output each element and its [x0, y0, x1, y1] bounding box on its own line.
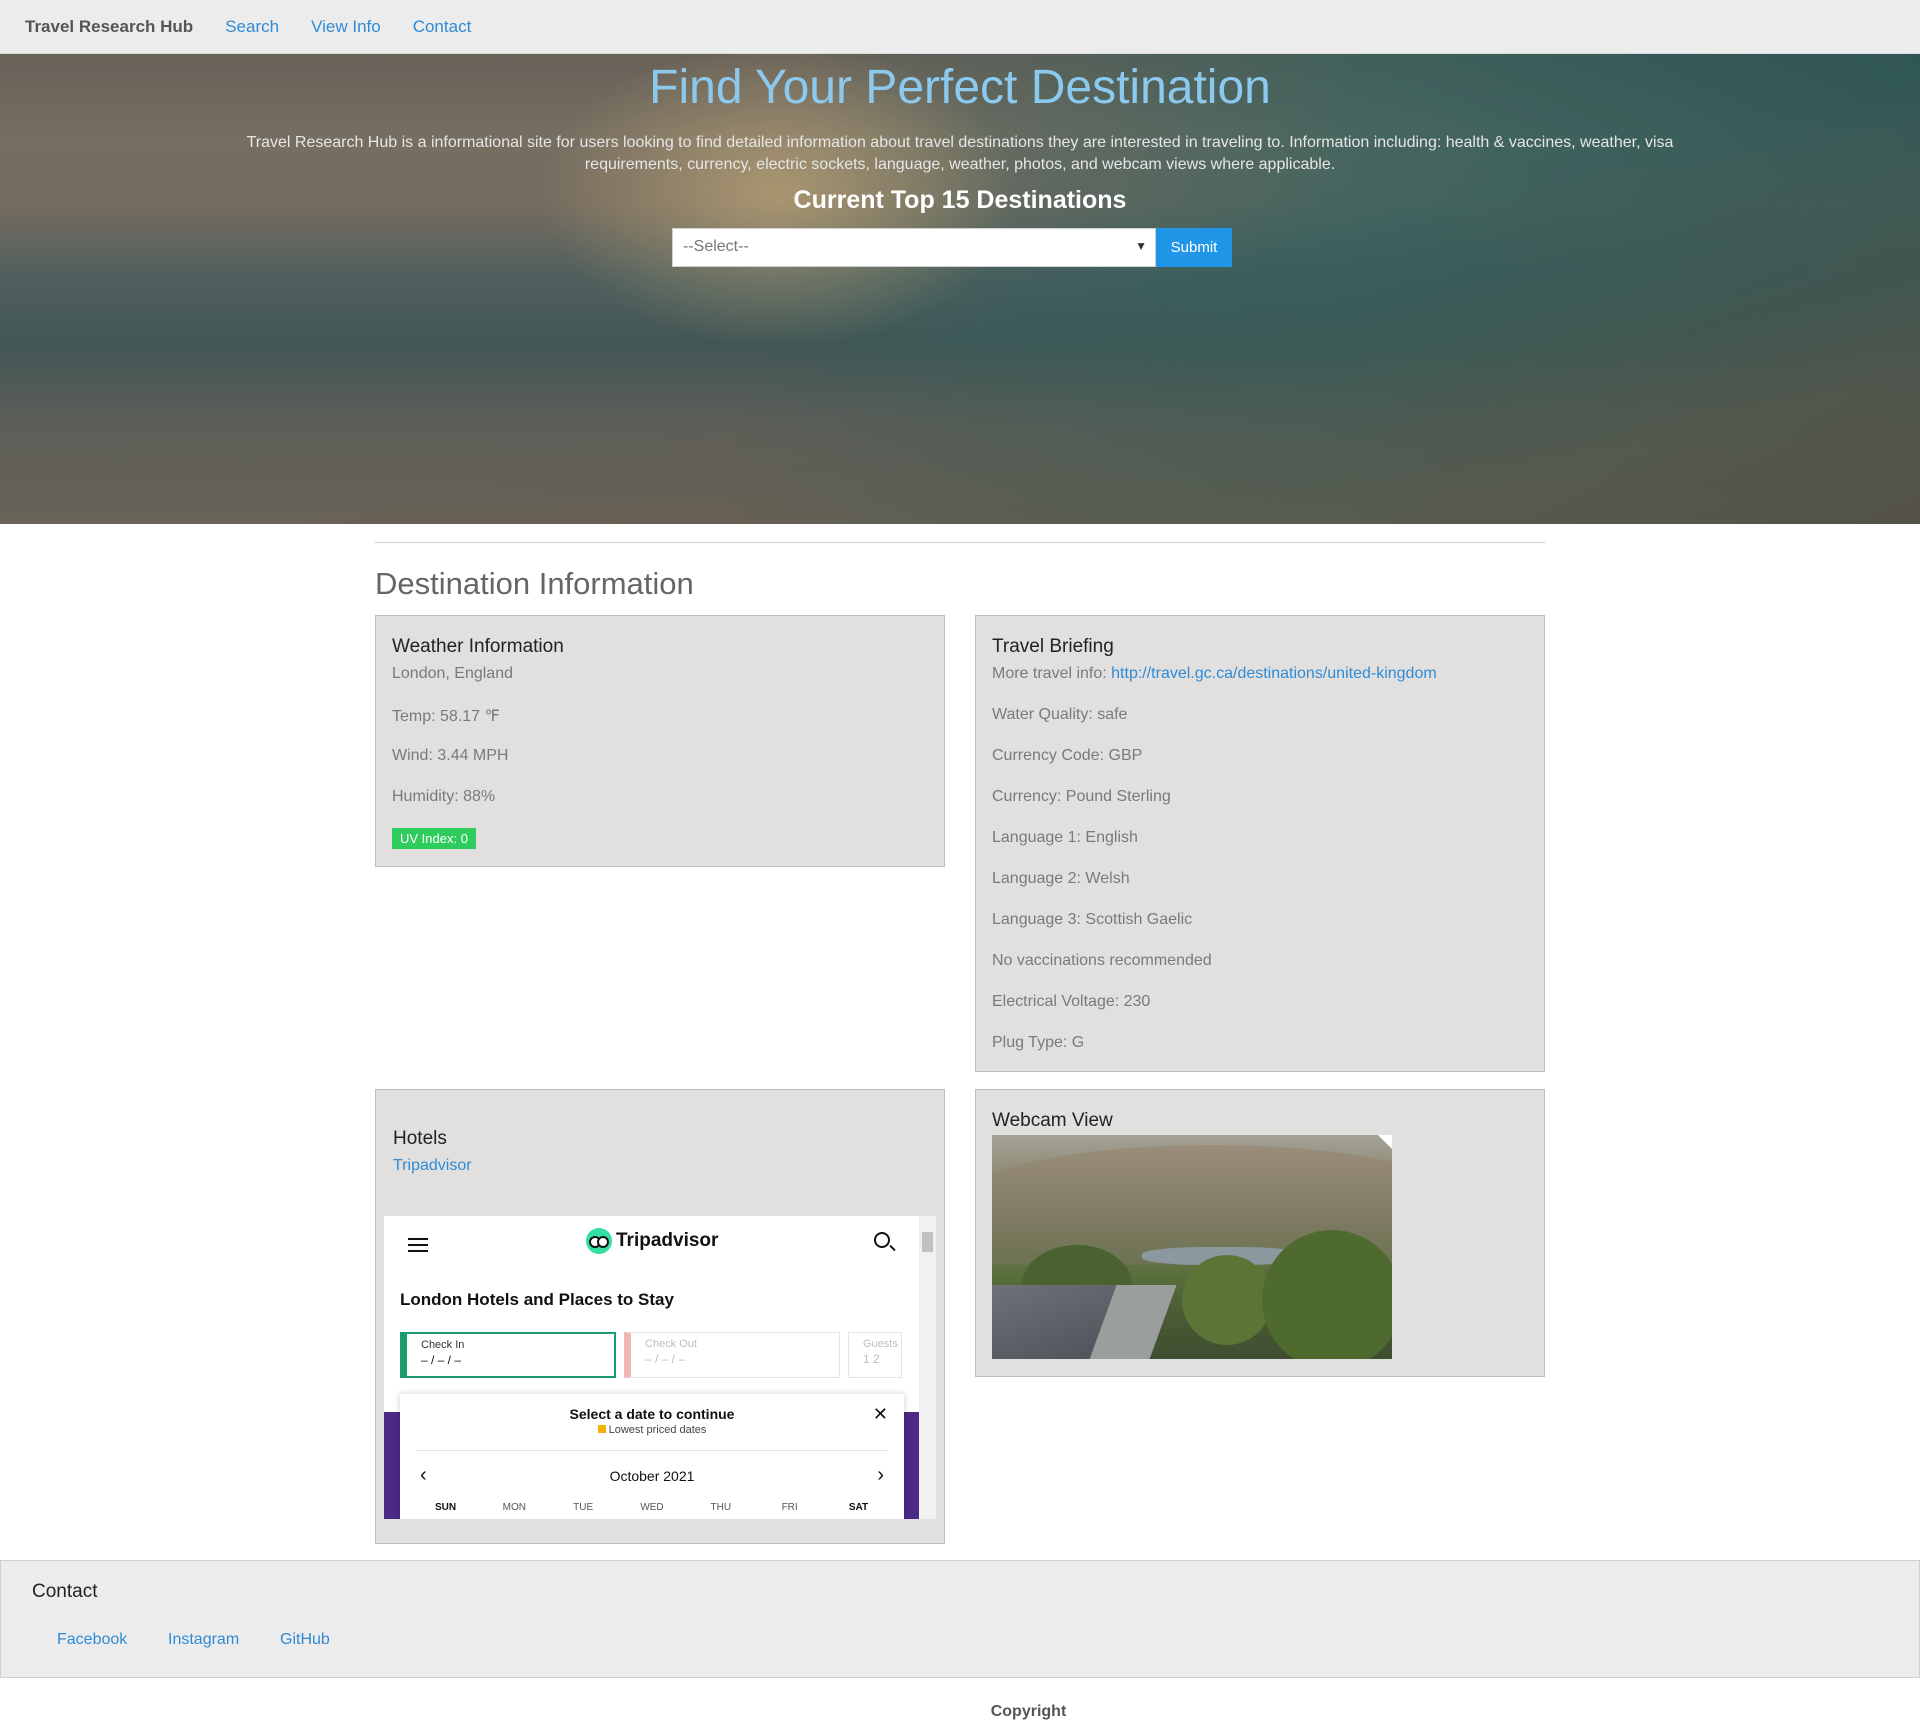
footer-title: Contact	[32, 1581, 98, 1602]
check-out-value: – / – / –	[645, 1352, 686, 1366]
embed-scrollbar[interactable]	[919, 1216, 936, 1519]
webcam-image	[992, 1135, 1392, 1359]
weather-temp: Temp: 58.17 ℉	[392, 708, 500, 725]
weather-wind: Wind: 3.44 MPH	[392, 747, 509, 764]
tripadvisor-logo-text: Tripadvisor	[616, 1230, 719, 1251]
destination-select[interactable]: --Select-- ▼	[672, 228, 1156, 267]
hero-description-line-2: requirements, currency, electric sockets…	[584, 156, 1336, 173]
electrical-voltage: Electrical Voltage: 230	[992, 993, 1151, 1010]
calendar-month: October 2021	[609, 1468, 695, 1484]
chevron-right-icon[interactable]: ›	[877, 1464, 884, 1487]
destination-select-value: --Select--	[683, 238, 749, 255]
check-out-label: Check Out	[645, 1338, 697, 1350]
nav-contact-link[interactable]: Contact	[413, 17, 472, 37]
tripadvisor-embed[interactable]: Tripadvisor London Hotels and Places to …	[384, 1216, 936, 1519]
webcam-title: Webcam View	[992, 1110, 1113, 1131]
nav-view-info-link[interactable]: View Info	[311, 17, 381, 37]
uv-index-badge: UV Index: 0	[392, 828, 476, 849]
github-link[interactable]: GitHub	[280, 1631, 330, 1649]
calendar-weekdays: SUN MON TUE WED THU FRI SAT	[412, 1502, 892, 1513]
lowest-price-label: Lowest priced dates	[608, 1424, 707, 1436]
check-in-label: Check In	[421, 1339, 465, 1351]
hamburger-menu-icon[interactable]	[408, 1238, 428, 1252]
webcam-corner	[1378, 1135, 1392, 1149]
check-out-field[interactable]: Check Out – / – / –	[624, 1332, 840, 1378]
hero-title: Find Your Perfect Destination	[649, 61, 1271, 114]
hero-overlay	[0, 54, 1920, 524]
more-travel-info: More travel info: http://travel.gc.ca/de…	[992, 665, 1437, 683]
weather-humidity: Humidity: 88%	[392, 788, 496, 805]
caret-down-icon: ▼	[1135, 239, 1147, 253]
weekday-thu: THU	[710, 1502, 732, 1513]
embed-scrollbar-thumb[interactable]	[922, 1232, 933, 1252]
weekday-mon: MON	[502, 1502, 526, 1513]
guests-field[interactable]: Guests 1 2	[848, 1332, 902, 1378]
purple-side-band-left	[384, 1412, 400, 1519]
section-title: Destination Information	[375, 566, 694, 601]
weekday-fri: FRI	[781, 1502, 798, 1513]
tripadvisor-logo[interactable]: Tripadvisor	[586, 1228, 718, 1254]
instagram-link[interactable]: Instagram	[168, 1631, 239, 1649]
copyright: Copyright	[990, 1703, 1067, 1720]
weather-card-title: Weather Information	[392, 636, 564, 657]
tripadvisor-link[interactable]: Tripadvisor	[393, 1157, 472, 1175]
water-quality: Water Quality: safe	[992, 706, 1128, 723]
language-1: Language 1: English	[992, 829, 1138, 846]
date-picker-title: Select a date to continue	[569, 1406, 735, 1422]
language-2: Language 2: Welsh	[992, 870, 1130, 887]
hero-subtitle: Current Top 15 Destinations	[793, 186, 1127, 214]
hero-banner: Find Your Perfect Destination Travel Res…	[0, 54, 1920, 524]
hotels-title: Hotels	[393, 1128, 447, 1149]
weather-card: Weather Information London, England Temp…	[375, 615, 945, 867]
check-in-value: – / – / –	[421, 1353, 462, 1367]
weekday-sat: SAT	[848, 1502, 869, 1513]
brand-logo-text[interactable]: Travel Research Hub	[25, 17, 193, 37]
hero-description: Travel Research Hub is a informational s…	[240, 132, 1680, 176]
more-travel-info-link[interactable]: http://travel.gc.ca/destinations/united-…	[1111, 665, 1437, 682]
submit-button[interactable]: Submit	[1156, 228, 1232, 267]
hero-description-line-1: Travel Research Hub is a informational s…	[246, 134, 1674, 151]
facebook-link[interactable]: Facebook	[57, 1631, 127, 1649]
more-travel-info-label: More travel info:	[992, 665, 1112, 682]
nav-search-link[interactable]: Search	[225, 17, 279, 37]
date-picker-popup: Select a date to continue Lowest priced …	[400, 1394, 904, 1519]
currency-code: Currency Code: GBP	[992, 747, 1143, 764]
guests-value: 1 2	[863, 1352, 880, 1366]
embed-heading: London Hotels and Places to Stay	[400, 1290, 674, 1309]
weekday-wed: WED	[640, 1502, 664, 1513]
weather-location: London, England	[392, 665, 513, 682]
date-picker-subtitle: Lowest priced dates	[400, 1424, 904, 1436]
check-in-field[interactable]: Check In – / – / –	[400, 1332, 616, 1378]
footer: Contact Facebook Instagram GitHub	[0, 1560, 1920, 1678]
currency: Currency: Pound Sterling	[992, 788, 1171, 805]
language-3: Language 3: Scottish Gaelic	[992, 911, 1193, 928]
travel-briefing-card: Travel Briefing More travel info: http:/…	[975, 615, 1545, 1072]
lowest-price-dot-icon	[597, 1425, 606, 1433]
close-icon[interactable]: ✕	[873, 1404, 888, 1425]
webcam-tree	[1182, 1255, 1272, 1345]
date-picker-divider	[416, 1450, 888, 1451]
section-divider	[375, 542, 1545, 543]
search-icon[interactable]	[874, 1232, 890, 1248]
purple-side-band-right	[904, 1412, 920, 1519]
vaccinations: No vaccinations recommended	[992, 952, 1212, 969]
owl-icon	[586, 1228, 612, 1254]
travel-briefing-title: Travel Briefing	[992, 636, 1114, 657]
weekday-tue: TUE	[573, 1502, 594, 1513]
plug-type: Plug Type: G	[992, 1034, 1085, 1051]
top-navbar: Travel Research Hub Search View Info Con…	[0, 0, 1920, 54]
guests-label: Guests	[863, 1338, 898, 1350]
weekday-sun: SUN	[434, 1502, 457, 1513]
